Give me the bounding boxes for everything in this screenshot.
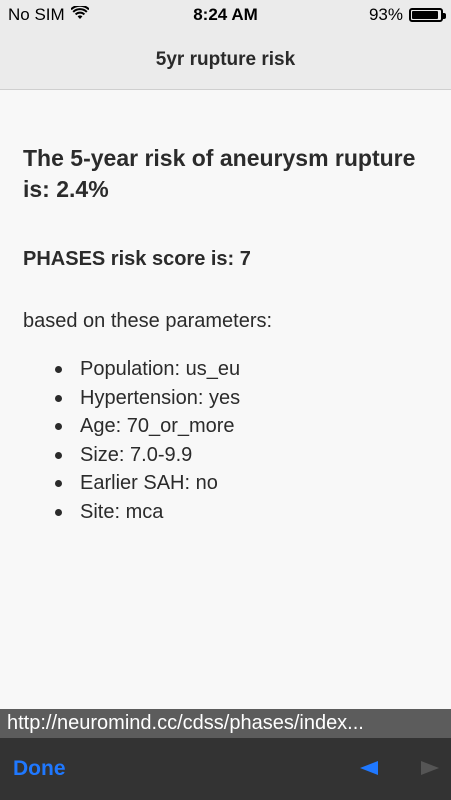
back-arrow-icon[interactable]: [360, 761, 378, 780]
list-item: Age: 70_or_more: [55, 412, 433, 441]
page-title: 5yr rupture risk: [155, 49, 296, 70]
phases-score: PHASES risk score is: 7: [23, 248, 251, 270]
bullet-icon: [55, 394, 62, 402]
list-item: Hypertension: yes: [55, 384, 433, 413]
parameter-text: Population: us_eu: [80, 358, 241, 380]
list-item: Population: us_eu: [55, 355, 433, 384]
risk-headline: The 5-year risk of aneurysm rupture is: …: [23, 145, 416, 202]
bullet-icon: [55, 366, 62, 373]
parameters-intro: based on these parameters:: [23, 310, 273, 332]
battery-fill: [412, 11, 439, 19]
list-item: Earlier SAH: no: [55, 469, 433, 498]
battery-tip: [443, 13, 446, 19]
nav-bar: 5yr rupture risk: [0, 31, 451, 90]
parameter-list: Population: us_eu Hypertension: yes Age:…: [23, 355, 433, 526]
battery-icon: [409, 8, 446, 22]
parameter-text: Hypertension: yes: [80, 386, 241, 409]
parameter-text: Size: 7.0-9.9: [80, 443, 193, 466]
parameter-text: Site: mca: [80, 500, 164, 523]
bullet-icon: [55, 423, 62, 430]
result-content: The 5-year risk of aneurysm rupture is: …: [23, 90, 433, 526]
url-bar[interactable]: http://neuromind.cc/cdss/phases/index...: [0, 709, 451, 738]
forward-arrow-icon[interactable]: [421, 761, 439, 780]
status-right: 93%: [368, 5, 446, 25]
list-item: Size: 7.0-9.9: [55, 441, 433, 470]
parameter-text: Age: 70_or_more: [80, 415, 235, 437]
status-bar: No SIM 8:24 AM 93%: [0, 0, 451, 31]
bullet-icon: [55, 480, 62, 487]
parameter-text: Earlier SAH: no: [80, 472, 218, 494]
list-item: Site: mca: [55, 498, 433, 527]
bullet-icon: [55, 451, 62, 459]
done-button[interactable]: Done: [13, 757, 66, 781]
bullet-icon: [55, 508, 62, 516]
battery-percent: 93%: [368, 5, 403, 24]
bottom-toolbar: Done: [0, 738, 451, 800]
